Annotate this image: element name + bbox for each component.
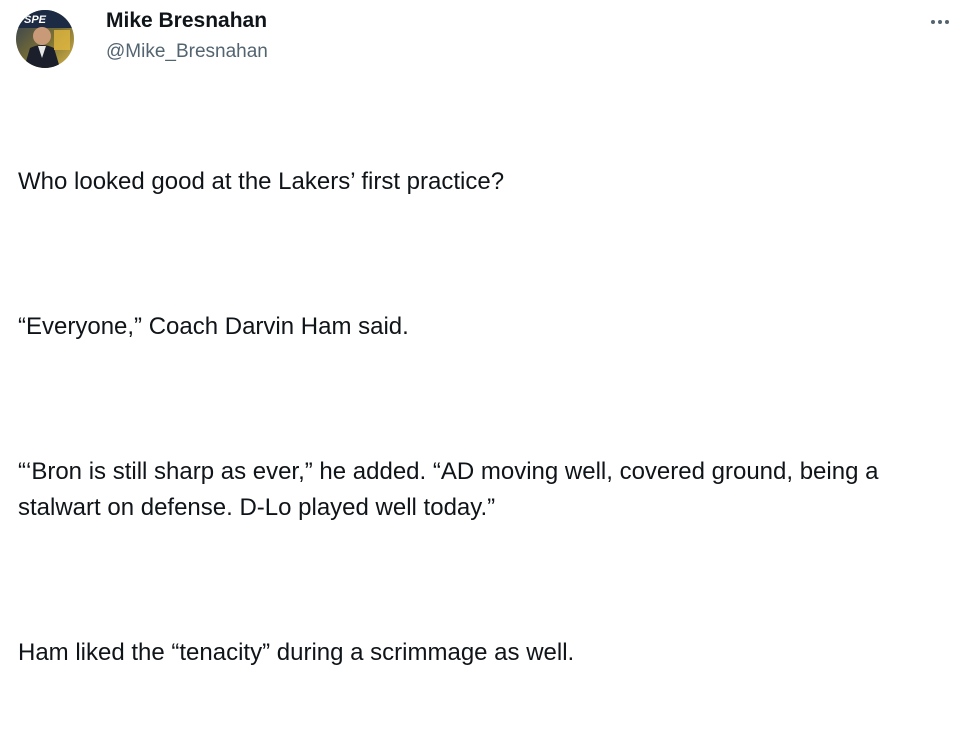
author-handle[interactable]: @Mike_Bresnahan (106, 40, 268, 64)
avatar[interactable]: SPE (16, 10, 74, 68)
more-horizontal-icon[interactable] (926, 14, 954, 30)
tweet-paragraph: Who looked good at the Lakers’ first pra… (18, 168, 505, 195)
avatar-logo-text: SPE (24, 14, 47, 26)
tweet-paragraph: Ham liked the “tenacity” during a scrimm… (18, 639, 575, 666)
author-display-name[interactable]: Mike Bresnahan (106, 8, 267, 34)
tweet-text: Who looked good at the Lakers’ first pra… (18, 92, 958, 744)
tweet-paragraph: “Everyone,” Coach Darvin Ham said. (18, 313, 409, 340)
dot (931, 20, 935, 24)
avatar-image: SPE (16, 10, 74, 68)
dot (945, 20, 949, 24)
tweet-paragraph: “‘Bron is still sharp as ever,” he added… (18, 458, 886, 521)
dot (938, 20, 942, 24)
